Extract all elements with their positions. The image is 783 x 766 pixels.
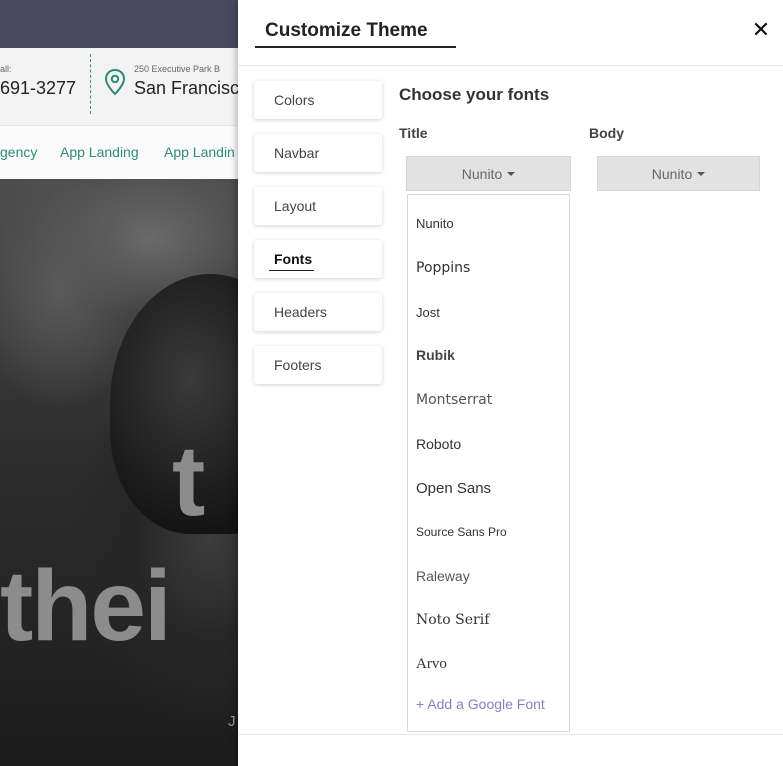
font-option-montserrat[interactable]: Montserrat <box>416 392 492 408</box>
active-tab-underline <box>269 270 314 271</box>
tab-label: Layout <box>274 198 317 214</box>
caret-down-icon <box>697 172 706 176</box>
tab-layout[interactable]: Layout <box>254 187 382 225</box>
background-website: all: 691-3277 250 Executive Park B San F… <box>0 0 240 766</box>
title-font-label: Title <box>399 125 428 141</box>
title-underline <box>255 46 456 48</box>
title-font-menu: Nunito Poppins Jost Rubik Montserrat Rob… <box>407 194 570 732</box>
hero-subtext: J <box>228 713 236 730</box>
font-option-nunito[interactable]: Nunito <box>416 216 454 231</box>
add-google-font-link[interactable]: + Add a Google Font <box>416 696 545 712</box>
tab-colors[interactable]: Colors <box>254 81 382 119</box>
tab-label: Headers <box>274 304 327 320</box>
close-button[interactable]: ✕ <box>749 18 773 44</box>
panel-title: Customize Theme <box>265 20 428 41</box>
tab-label: Navbar <box>274 145 320 161</box>
font-option-open-sans[interactable]: Open Sans <box>416 480 491 497</box>
body-font-value: Nunito <box>651 166 693 182</box>
tab-fonts[interactable]: Fonts <box>254 240 382 278</box>
nav-link-agency[interactable]: gency <box>0 144 37 160</box>
map-pin-icon <box>104 68 126 96</box>
tab-label: Fonts <box>274 251 313 267</box>
tab-navbar[interactable]: Navbar <box>254 134 382 172</box>
call-label: all: <box>0 64 12 74</box>
title-font-value: Nunito <box>461 166 503 182</box>
caret-down-icon <box>507 172 516 176</box>
address-text: 250 Executive Park B <box>134 64 221 74</box>
fonts-heading: Choose your fonts <box>399 85 550 104</box>
hero-heading-line1: t <box>172 425 205 537</box>
panel-footer-divider <box>238 734 783 735</box>
phone-number: 691-3277 <box>0 78 77 98</box>
font-option-raleway[interactable]: Raleway <box>416 568 470 584</box>
tab-headers[interactable]: Headers <box>254 293 382 331</box>
body-font-dropdown[interactable]: Nunito <box>597 156 760 191</box>
font-option-jost[interactable]: Jost <box>416 305 440 320</box>
tab-footers[interactable]: Footers <box>254 346 382 384</box>
site-nav: gency App Landing App Landin <box>0 125 240 179</box>
customize-theme-panel: Customize Theme ✕ Colors Navbar Layout F… <box>238 0 783 766</box>
tab-label: Footers <box>274 357 322 373</box>
font-option-roboto[interactable]: Roboto <box>416 436 461 452</box>
panel-header: Customize Theme ✕ <box>238 0 783 66</box>
contact-divider <box>90 54 91 114</box>
tab-label: Colors <box>274 92 315 108</box>
title-font-dropdown[interactable]: Nunito <box>406 156 571 191</box>
font-option-noto-serif[interactable]: Noto Serif <box>416 612 489 628</box>
site-contact-bar: all: 691-3277 250 Executive Park B San F… <box>0 48 240 125</box>
site-top-bar <box>0 0 240 48</box>
hero-heading-line2: thei <box>0 550 172 662</box>
city-text: San Francisco <box>134 78 240 98</box>
font-option-poppins[interactable]: Poppins <box>416 260 470 276</box>
body-font-label: Body <box>589 125 624 141</box>
nav-link-app-landing-2[interactable]: App Landin <box>164 144 235 160</box>
font-option-arvo[interactable]: Arvo <box>416 656 447 673</box>
hero-image: t thei J <box>0 179 240 766</box>
font-option-source-sans-pro[interactable]: Source Sans Pro <box>416 525 507 539</box>
nav-link-app-landing[interactable]: App Landing <box>60 144 139 160</box>
font-option-rubik[interactable]: Rubik <box>416 347 455 363</box>
